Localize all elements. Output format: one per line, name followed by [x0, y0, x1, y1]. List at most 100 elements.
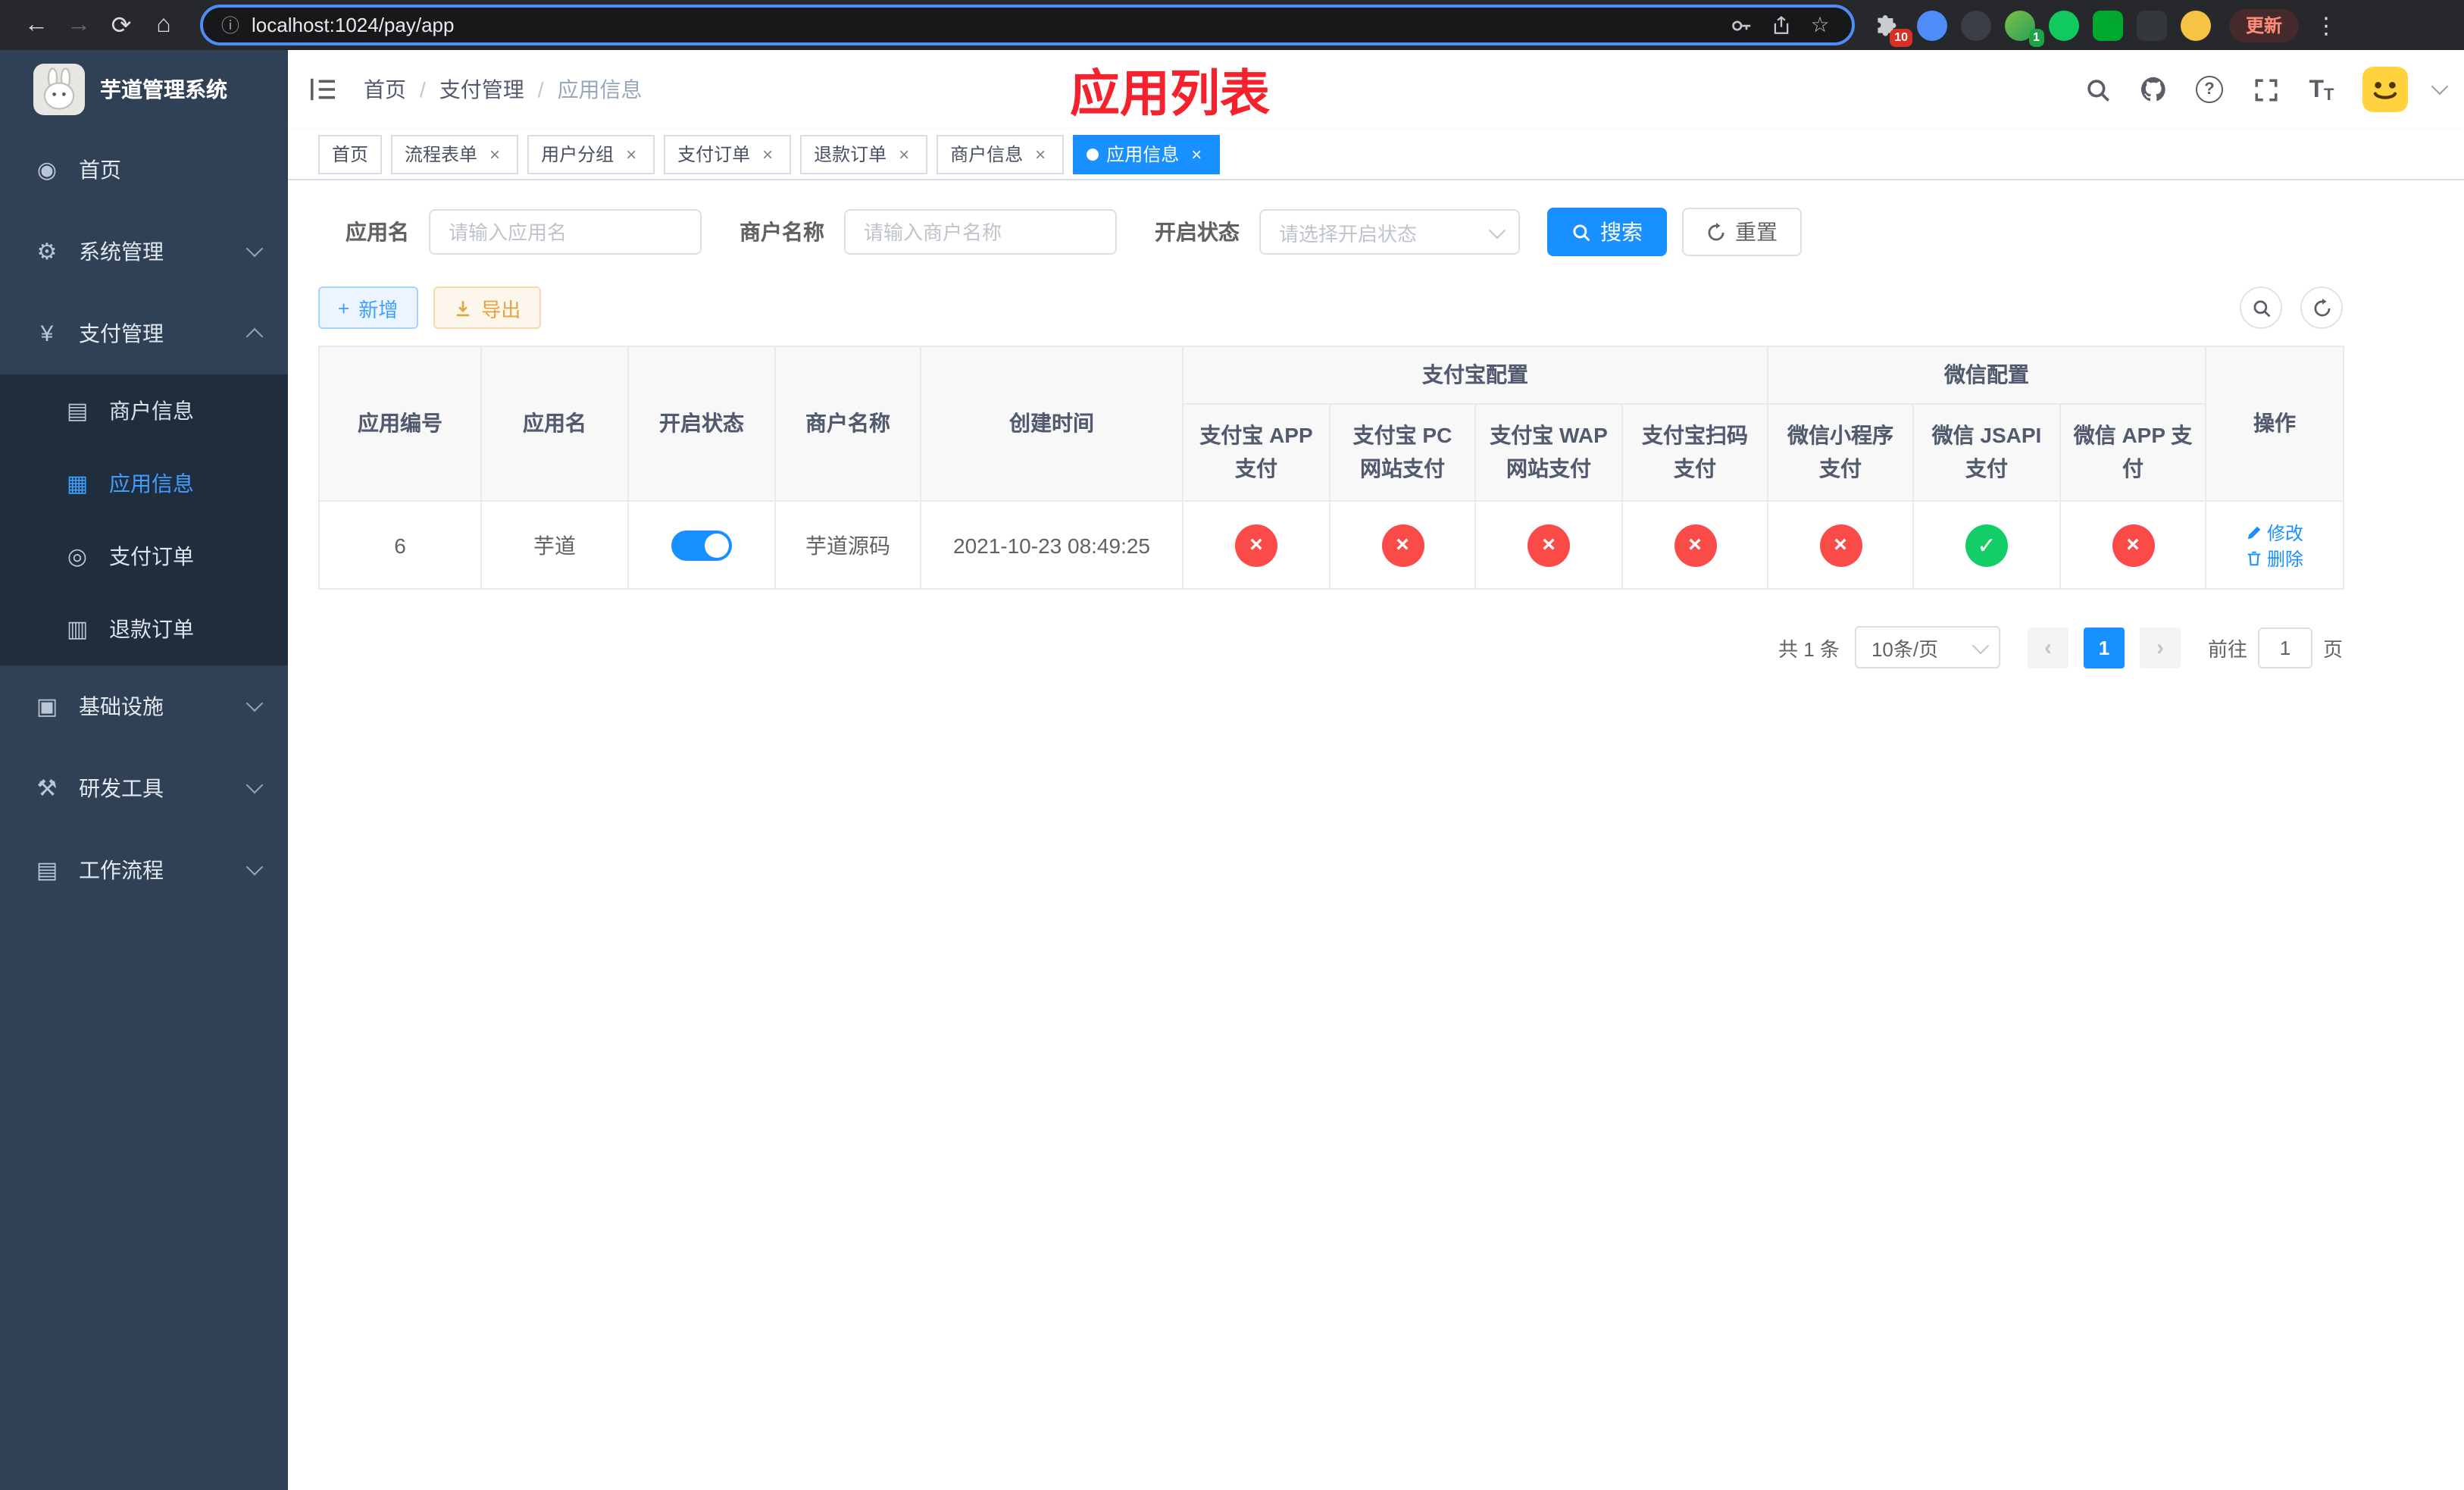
site-info-icon[interactable]: ⓘ — [221, 12, 239, 38]
alipay-pc-status-icon: × — [1381, 524, 1424, 566]
table-row: 6 芋道 芋道源码 2021-10-23 08:49:25 × × × × × … — [318, 500, 2345, 590]
col-merchant: 商户名称 — [774, 346, 921, 502]
sidebar-item-pay-orders[interactable]: ◎ 支付订单 — [0, 520, 288, 593]
table-toolbar: + 新增 导出 — [318, 286, 2343, 329]
col-wx-jsapi: 微信 JSAPI 支付 — [1912, 403, 2061, 502]
goto-page-input[interactable] — [2257, 627, 2312, 668]
extension-icon[interactable] — [2049, 10, 2079, 40]
page-jumper: 前往 页 — [2208, 627, 2343, 668]
top-navbar: 首页 / 支付管理 / 应用信息 应用列表 ? TT — [288, 50, 2464, 129]
url-text[interactable]: localhost:1024/pay/app — [252, 14, 1715, 36]
extensions-area: 10 1 — [1873, 10, 2211, 46]
tab-close-icon[interactable]: × — [1030, 143, 1050, 164]
tab-user-group[interactable]: 用户分组 × — [527, 134, 655, 174]
tab-close-icon[interactable]: × — [1187, 143, 1206, 164]
app-logo[interactable]: 芋道管理系统 — [0, 50, 288, 129]
sidebar-collapse-button[interactable] — [309, 77, 336, 102]
search-button[interactable]: 搜索 — [1547, 208, 1667, 256]
sidebar-item-system[interactable]: ⚙ 系统管理 — [0, 211, 288, 293]
tab-pay-orders[interactable]: 支付订单 × — [664, 134, 792, 174]
extension-icon[interactable] — [1961, 10, 1991, 40]
sidebar-item-home[interactable]: ◉ 首页 — [0, 129, 288, 211]
tab-label: 应用信息 — [1106, 144, 1180, 165]
extension-icon[interactable] — [1917, 10, 1947, 40]
col-alipay-app: 支付宝 APP 支付 — [1182, 403, 1330, 502]
tab-refund-orders[interactable]: 退款订单 × — [800, 134, 928, 174]
browser-forward-button[interactable]: → — [58, 4, 100, 46]
edit-button[interactable]: 修改 — [2246, 519, 2303, 545]
avatar[interactable] — [2362, 67, 2408, 112]
tab-flow-form[interactable]: 流程表单 × — [391, 134, 519, 174]
cell-created: 2021-10-23 08:49:25 — [920, 500, 1184, 590]
enable-toggle[interactable] — [671, 530, 732, 560]
extensions-puzzle-icon[interactable]: 10 — [1873, 10, 1912, 46]
search-icon[interactable] — [2082, 74, 2112, 105]
extension-icon[interactable] — [2137, 10, 2167, 40]
toggle-search-button[interactable] — [2240, 286, 2282, 329]
tab-app-info[interactable]: 应用信息 × — [1073, 134, 1221, 174]
pagination: 共 1 条 10条/页 ‹ 1 › 前往 页 — [318, 626, 2343, 668]
app-name-input[interactable] — [429, 209, 702, 255]
sidebar-item-payment[interactable]: ¥ 支付管理 — [0, 293, 288, 374]
sidebar-item-refund-orders[interactable]: ▥ 退款订单 — [0, 593, 288, 665]
share-icon[interactable] — [1767, 14, 1794, 36]
tab-label: 退款订单 — [814, 144, 887, 165]
address-bar[interactable]: ⓘ localhost:1024/pay/app ☆ — [200, 5, 1855, 45]
breadcrumb-current: 应用信息 — [557, 77, 643, 102]
tab-home[interactable]: 首页 — [318, 134, 383, 174]
merchant-name-input[interactable] — [844, 209, 1117, 255]
extension-icon[interactable]: 1 — [2005, 10, 2044, 46]
sidebar-item-merchant-info[interactable]: ▤ 商户信息 — [0, 374, 288, 447]
sidebar-item-label: 首页 — [79, 158, 121, 182]
back-icon: ← — [24, 11, 48, 37]
prev-page-button[interactable]: ‹ — [2027, 627, 2068, 668]
browser-back-button[interactable]: ← — [15, 4, 58, 46]
font-size-icon[interactable]: TT — [2306, 74, 2337, 105]
col-alipay-wap: 支付宝 WAP 网站支付 — [1474, 403, 1623, 502]
goto-suffix: 页 — [2322, 637, 2343, 660]
browser-menu-icon[interactable]: ⋮ — [2314, 11, 2338, 39]
browser-reload-button[interactable]: ⟳ — [100, 4, 142, 46]
export-button[interactable]: 导出 — [433, 286, 541, 329]
github-icon[interactable] — [2138, 74, 2169, 105]
tab-close-icon[interactable]: × — [485, 143, 505, 164]
sidebar-item-workflow[interactable]: ▤ 工作流程 — [0, 829, 288, 911]
tab-label: 商户信息 — [950, 144, 1024, 165]
tab-close-icon[interactable]: × — [758, 143, 777, 164]
browser-update-button[interactable]: 更新 — [2229, 8, 2300, 42]
sidebar-item-infrastructure[interactable]: ▣ 基础设施 — [0, 665, 288, 747]
extension-icon[interactable] — [2181, 10, 2211, 40]
chevron-down-icon — [1972, 636, 1990, 654]
refresh-button[interactable] — [2300, 286, 2343, 329]
current-page-button[interactable]: 1 — [2083, 627, 2125, 668]
delete-button[interactable]: 删除 — [2246, 545, 2303, 571]
tab-close-icon[interactable]: × — [894, 143, 914, 164]
tab-close-icon[interactable]: × — [621, 143, 641, 164]
sidebar-item-dev-tools[interactable]: ⚒ 研发工具 — [0, 747, 288, 829]
add-button[interactable]: + 新增 — [318, 286, 418, 329]
help-icon[interactable]: ? — [2194, 74, 2225, 105]
sidebar-item-app-info[interactable]: ▦ 应用信息 — [0, 447, 288, 520]
next-page-button[interactable]: › — [2139, 627, 2181, 668]
reset-button[interactable]: 重置 — [1682, 208, 1802, 256]
tab-label: 首页 — [332, 144, 369, 165]
app-title: 芋道管理系统 — [100, 77, 227, 102]
extension-icon[interactable] — [2093, 10, 2123, 40]
browser-home-button[interactable]: ⌂ — [142, 4, 185, 46]
tab-label: 用户分组 — [541, 144, 614, 165]
status-select[interactable]: 请选择开启状态 — [1259, 209, 1520, 255]
bookmark-star-icon[interactable]: ☆ — [1806, 12, 1834, 38]
breadcrumb-separator: / — [537, 77, 544, 102]
breadcrumb-payment[interactable]: 支付管理 — [439, 74, 524, 105]
fullscreen-icon[interactable] — [2250, 74, 2281, 105]
breadcrumb-home[interactable]: 首页 — [364, 74, 406, 105]
sidebar-item-label: 系统管理 — [79, 239, 164, 264]
document-icon: ▥ — [66, 617, 89, 643]
page-size-select[interactable]: 10条/页 — [1854, 626, 2000, 668]
col-alipay-qr: 支付宝扫码支付 — [1621, 403, 1768, 502]
tab-merchant-info[interactable]: 商户信息 × — [937, 134, 1065, 174]
update-label: 更新 — [2246, 15, 2283, 36]
avatar-dropdown-icon[interactable] — [2431, 77, 2449, 95]
password-key-icon[interactable] — [1728, 14, 1755, 36]
sidebar: 芋道管理系统 ◉ 首页 ⚙ 系统管理 ¥ 支付管理 ▤ 商户信息 ▦ 应用信息 — [0, 50, 288, 1490]
